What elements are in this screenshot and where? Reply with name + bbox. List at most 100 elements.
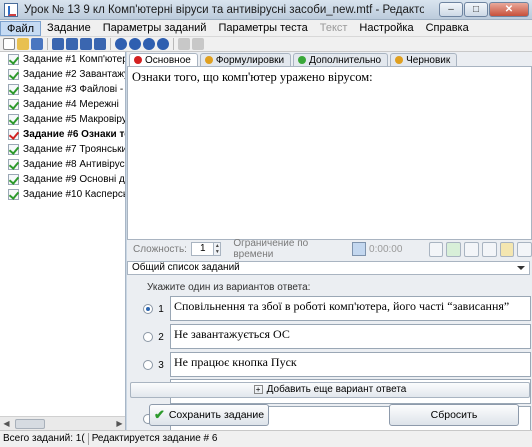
check-icon xyxy=(8,69,19,80)
tab-label: Черновик xyxy=(406,54,451,66)
add-answer-label: Добавить еще вариант ответа xyxy=(266,384,407,395)
image-icon[interactable] xyxy=(428,241,444,257)
copy-icon[interactable] xyxy=(178,38,190,50)
answer-row: 2 Не завантажується ОС xyxy=(127,324,532,350)
tab-dot-icon xyxy=(298,56,307,64)
menu-settings[interactable]: Настройка xyxy=(353,21,419,36)
task-editor: Основное Формулировки Дополнительно Черн… xyxy=(127,52,532,431)
task-item[interactable]: Задание #8 Антивірусні програми xyxy=(0,157,125,172)
answers-panel: Укажите один из вариантов ответа: 1 Спов… xyxy=(127,276,532,431)
reset-button[interactable]: Сбросить xyxy=(389,404,519,426)
copy-task-icon[interactable] xyxy=(80,38,92,50)
toolbar-separator xyxy=(173,38,174,50)
scroll-right-icon[interactable]: ▶ xyxy=(113,417,125,430)
difficulty-stepper[interactable]: ▲ ▼ xyxy=(214,242,222,256)
answer-radio[interactable] xyxy=(143,332,153,342)
menu-file[interactable]: Файл xyxy=(0,20,42,36)
answer-text[interactable]: Не завантажується ОС xyxy=(170,324,531,349)
tab-dot-icon xyxy=(395,56,404,64)
save-task-button[interactable]: ✔ Сохранить задание xyxy=(149,404,269,426)
window-title: Урок № 13 9 кл Комп'ютерні віруси та ант… xyxy=(24,3,424,16)
sort-icon[interactable] xyxy=(143,38,155,50)
save-task-label: Сохранить задание xyxy=(168,409,265,421)
menu-help[interactable]: Справка xyxy=(420,21,475,36)
task-item[interactable]: Задание #10 Касперський xyxy=(0,187,125,202)
time-limit-toggle[interactable] xyxy=(352,242,367,256)
open-folder-icon[interactable] xyxy=(17,38,29,50)
answer-text[interactable]: Сповільнення та збої в роботі комп'ютера… xyxy=(170,296,531,321)
refresh-icon[interactable] xyxy=(157,38,169,50)
task-item[interactable]: Задание #5 Макровіруси xyxy=(0,112,125,127)
menu-text[interactable]: Текст xyxy=(314,21,354,36)
delete-task-icon[interactable] xyxy=(94,38,106,50)
answer-radio[interactable] xyxy=(143,304,153,314)
reset-label: Сбросить xyxy=(430,409,478,421)
menu-test-params[interactable]: Параметры теста xyxy=(212,21,313,36)
move-down-icon[interactable] xyxy=(129,38,141,50)
plus-icon: + xyxy=(253,384,263,394)
camera-icon[interactable] xyxy=(464,241,479,257)
answer-text[interactable]: Не працює кнопка Пуск xyxy=(170,352,531,377)
task-item[interactable]: Задание #9 Основні дії антивірусу xyxy=(0,172,125,187)
question-editor[interactable]: Ознаки того, що комп'ютер уражено вірусо… xyxy=(127,66,532,240)
task-item[interactable]: Задание #4 Мережні xyxy=(0,97,125,112)
tab-label: Формулировки xyxy=(215,54,285,66)
check-icon xyxy=(8,129,19,140)
media-icon[interactable] xyxy=(481,241,497,257)
task-list-panel: Задание #1 Комп'ютерний Задание #2 Заван… xyxy=(0,52,126,430)
scroll-left-icon[interactable]: ◀ xyxy=(0,417,13,430)
task-label: Задание #1 Комп'ютерний xyxy=(23,54,125,65)
task-item-selected[interactable]: Задание #6 Ознаки того xyxy=(0,127,125,142)
maximize-button[interactable]: □ xyxy=(464,2,488,17)
checkmark-icon: ✔ xyxy=(153,407,165,422)
add-task-icon[interactable] xyxy=(52,38,64,50)
menu-bar: Файл Задание Параметры заданий Параметры… xyxy=(0,20,532,37)
tab-label: Дополнительно xyxy=(309,54,382,66)
task-label: Задание #9 Основні дії антивірусу xyxy=(23,174,125,185)
close-button[interactable]: ✕ xyxy=(489,2,529,17)
status-divider xyxy=(87,433,89,445)
task-label: Задание #2 Завантажувальні xyxy=(23,69,125,80)
tab-additional[interactable]: Дополнительно xyxy=(293,53,389,66)
save-icon[interactable] xyxy=(31,38,43,50)
check-icon xyxy=(8,174,19,185)
add-answer-button[interactable]: + Добавить еще вариант ответа xyxy=(130,382,530,398)
task-item[interactable]: Задание #2 Завантажувальні xyxy=(0,67,125,82)
task-item[interactable]: Задание #1 Комп'ютерний xyxy=(0,52,125,67)
task-label: Задание #6 Ознаки того xyxy=(23,129,125,140)
question-text: Ознаки того, що комп'ютер уражено вірусо… xyxy=(132,70,373,84)
check-icon xyxy=(8,159,19,170)
add-object-icon[interactable] xyxy=(446,241,462,257)
note-icon[interactable] xyxy=(499,241,515,257)
minimize-button[interactable]: – xyxy=(439,2,463,17)
misc-icon[interactable] xyxy=(517,241,532,257)
editor-tabs: Основное Формулировки Дополнительно Черн… xyxy=(127,52,532,66)
task-item[interactable]: Задание #3 Файлові - xyxy=(0,82,125,97)
task-list-select[interactable]: Общий список заданий xyxy=(127,261,530,275)
task-label: Задание #3 Файлові - xyxy=(23,84,124,95)
paste-icon[interactable] xyxy=(192,38,204,50)
insert-task-icon[interactable] xyxy=(66,38,78,50)
horizontal-scrollbar[interactable]: ◀ ▶ xyxy=(0,416,125,430)
menu-task[interactable]: Задание xyxy=(41,21,97,36)
answer-radio[interactable] xyxy=(143,360,153,370)
move-up-icon[interactable] xyxy=(115,38,127,50)
tab-main[interactable]: Основное xyxy=(129,53,198,66)
difficulty-input[interactable]: 1 xyxy=(190,242,215,256)
menu-task-params[interactable]: Параметры заданий xyxy=(97,21,213,36)
check-icon xyxy=(8,99,19,110)
answer-number: 1 xyxy=(158,303,164,315)
task-label: Задание #5 Макровіруси xyxy=(23,114,126,125)
new-file-icon[interactable] xyxy=(3,38,15,50)
task-label: Задание #4 Мережні xyxy=(23,99,119,110)
task-item[interactable]: Задание #7 Троянський кінь xyxy=(0,142,125,157)
title-bar: Урок № 13 9 кл Комп'ютерні віруси та ант… xyxy=(0,0,532,20)
scroll-thumb[interactable] xyxy=(15,418,45,429)
tab-wordings[interactable]: Формулировки xyxy=(199,53,292,66)
tab-draft[interactable]: Черновик xyxy=(390,53,458,66)
task-label: Задание #7 Троянський кінь xyxy=(23,144,125,155)
window-controls: – □ ✕ xyxy=(439,2,529,17)
check-icon xyxy=(8,114,19,125)
task-label: Задание #10 Касперський xyxy=(23,189,125,200)
time-limit-value[interactable]: 0:00:00 xyxy=(369,244,426,255)
